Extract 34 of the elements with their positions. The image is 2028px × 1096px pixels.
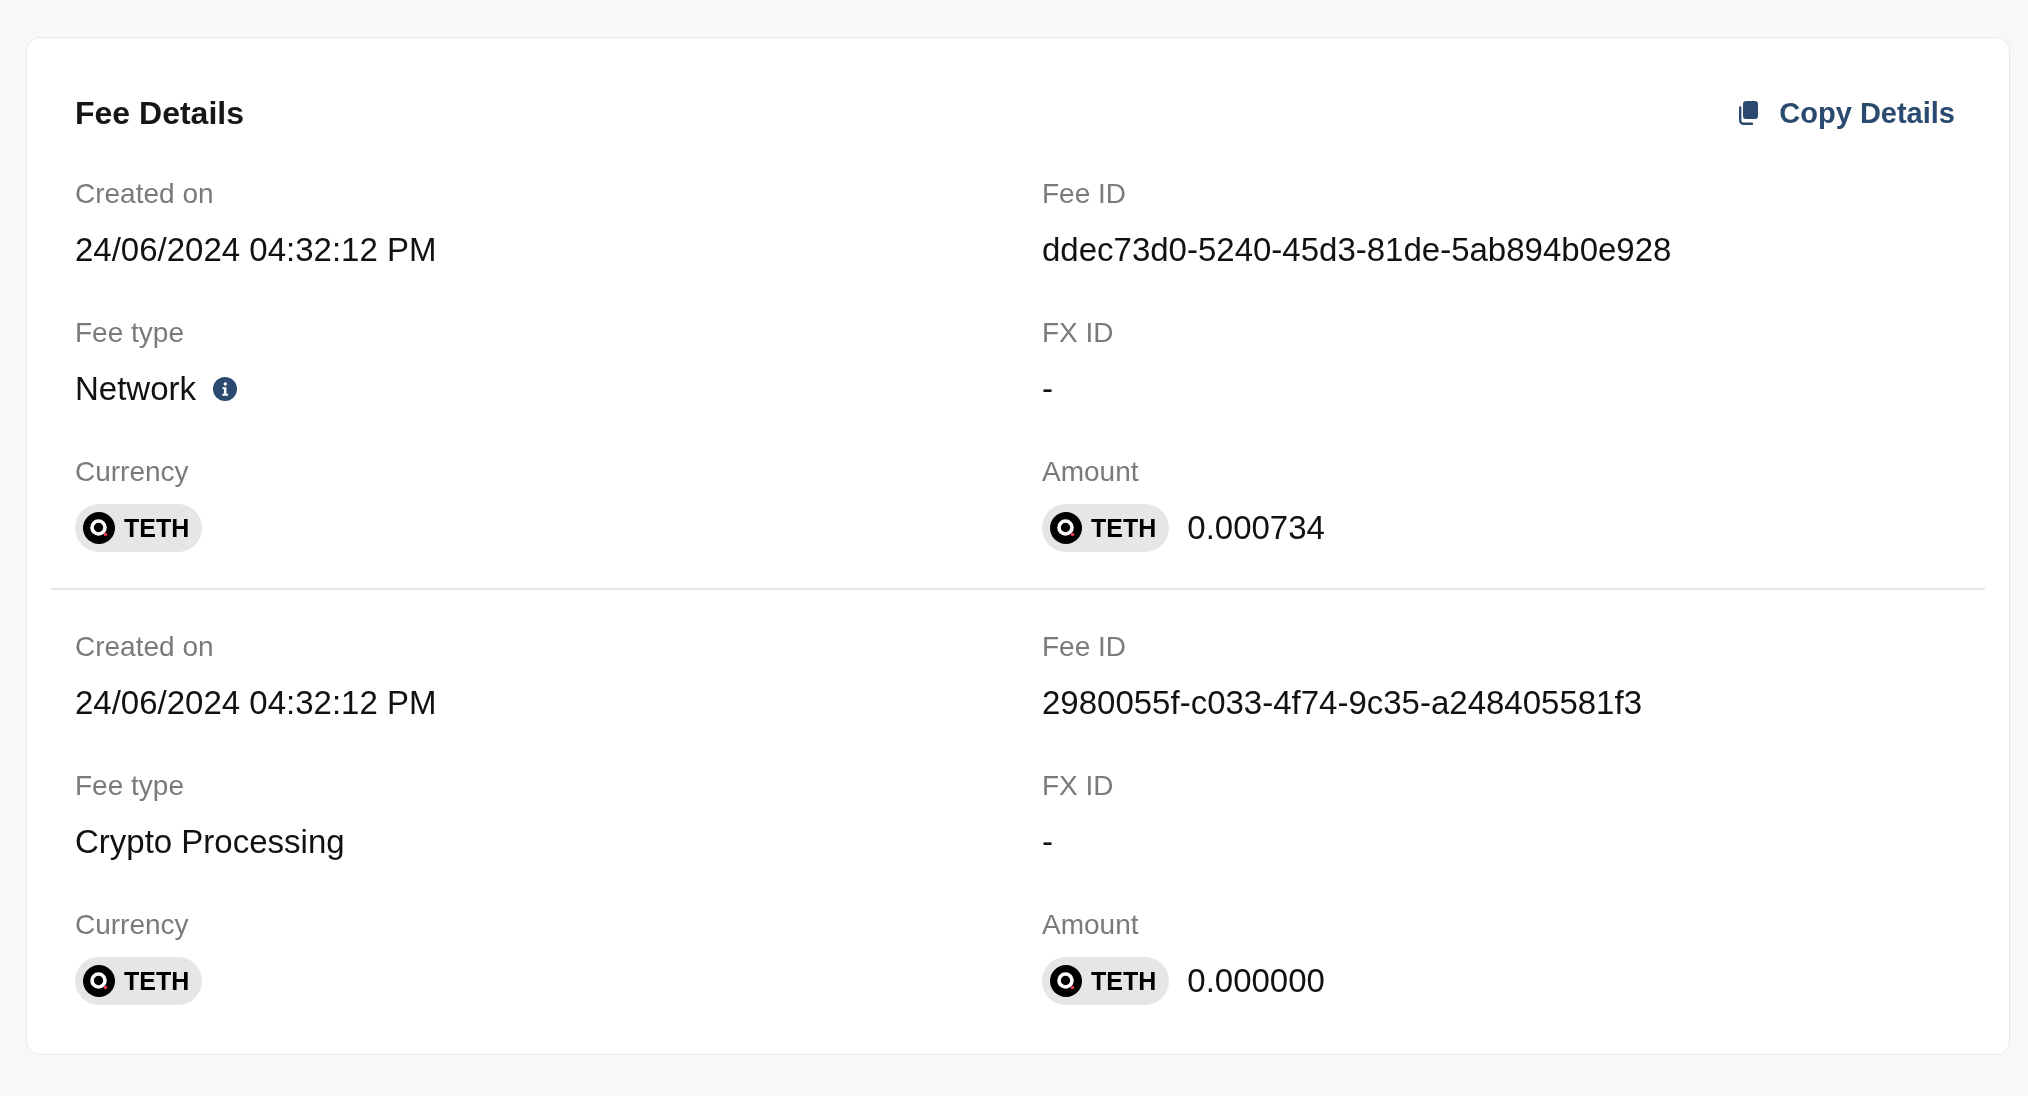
field-label: Currency (75, 455, 189, 489)
field-value: ddec73d0-5240-45d3-81de-5ab894b0e928 (1042, 230, 1672, 270)
field-label: Fee type (75, 769, 184, 803)
amount-value: 0.000734 (1187, 508, 1325, 548)
field-value: - (1042, 822, 1053, 862)
field-label: FX ID (1042, 769, 1114, 803)
field-value: Crypto Processing (75, 822, 345, 862)
field-label: Amount (1042, 455, 1139, 489)
field-label: Fee ID (1042, 177, 1127, 211)
coin-icon (1050, 965, 1082, 997)
field-value: 2980055f-c033-4f74-9c35-a248405581f3 (1042, 683, 1642, 723)
field-value: 24/06/2024 04:32:12 PM (75, 683, 437, 723)
currency-code: TETH (1091, 513, 1157, 543)
field-label: Created on (75, 177, 214, 211)
field-label: Fee ID (1042, 630, 1127, 664)
field-label: Currency (75, 908, 189, 942)
field-value: 24/06/2024 04:32:12 PM (75, 230, 437, 270)
amount-value: 0.000000 (1187, 961, 1325, 1001)
currency-code: TETH (124, 513, 190, 543)
coin-icon (1050, 512, 1082, 544)
coin-icon (83, 965, 115, 997)
copy-icon (1739, 101, 1760, 125)
section-title: Fee Details (75, 94, 244, 132)
field-value: - (1042, 369, 1053, 409)
field-label: FX ID (1042, 316, 1114, 350)
info-icon[interactable] (213, 377, 238, 401)
field-label: Amount (1042, 908, 1139, 942)
currency-code: TETH (1091, 966, 1157, 996)
coin-icon (83, 512, 115, 544)
copy-details-button[interactable]: Copy Details (1739, 96, 1955, 130)
currency-code: TETH (124, 966, 190, 996)
field-label: Fee type (75, 316, 184, 350)
field-label: Created on (75, 630, 214, 664)
field-value: Network (75, 369, 197, 409)
